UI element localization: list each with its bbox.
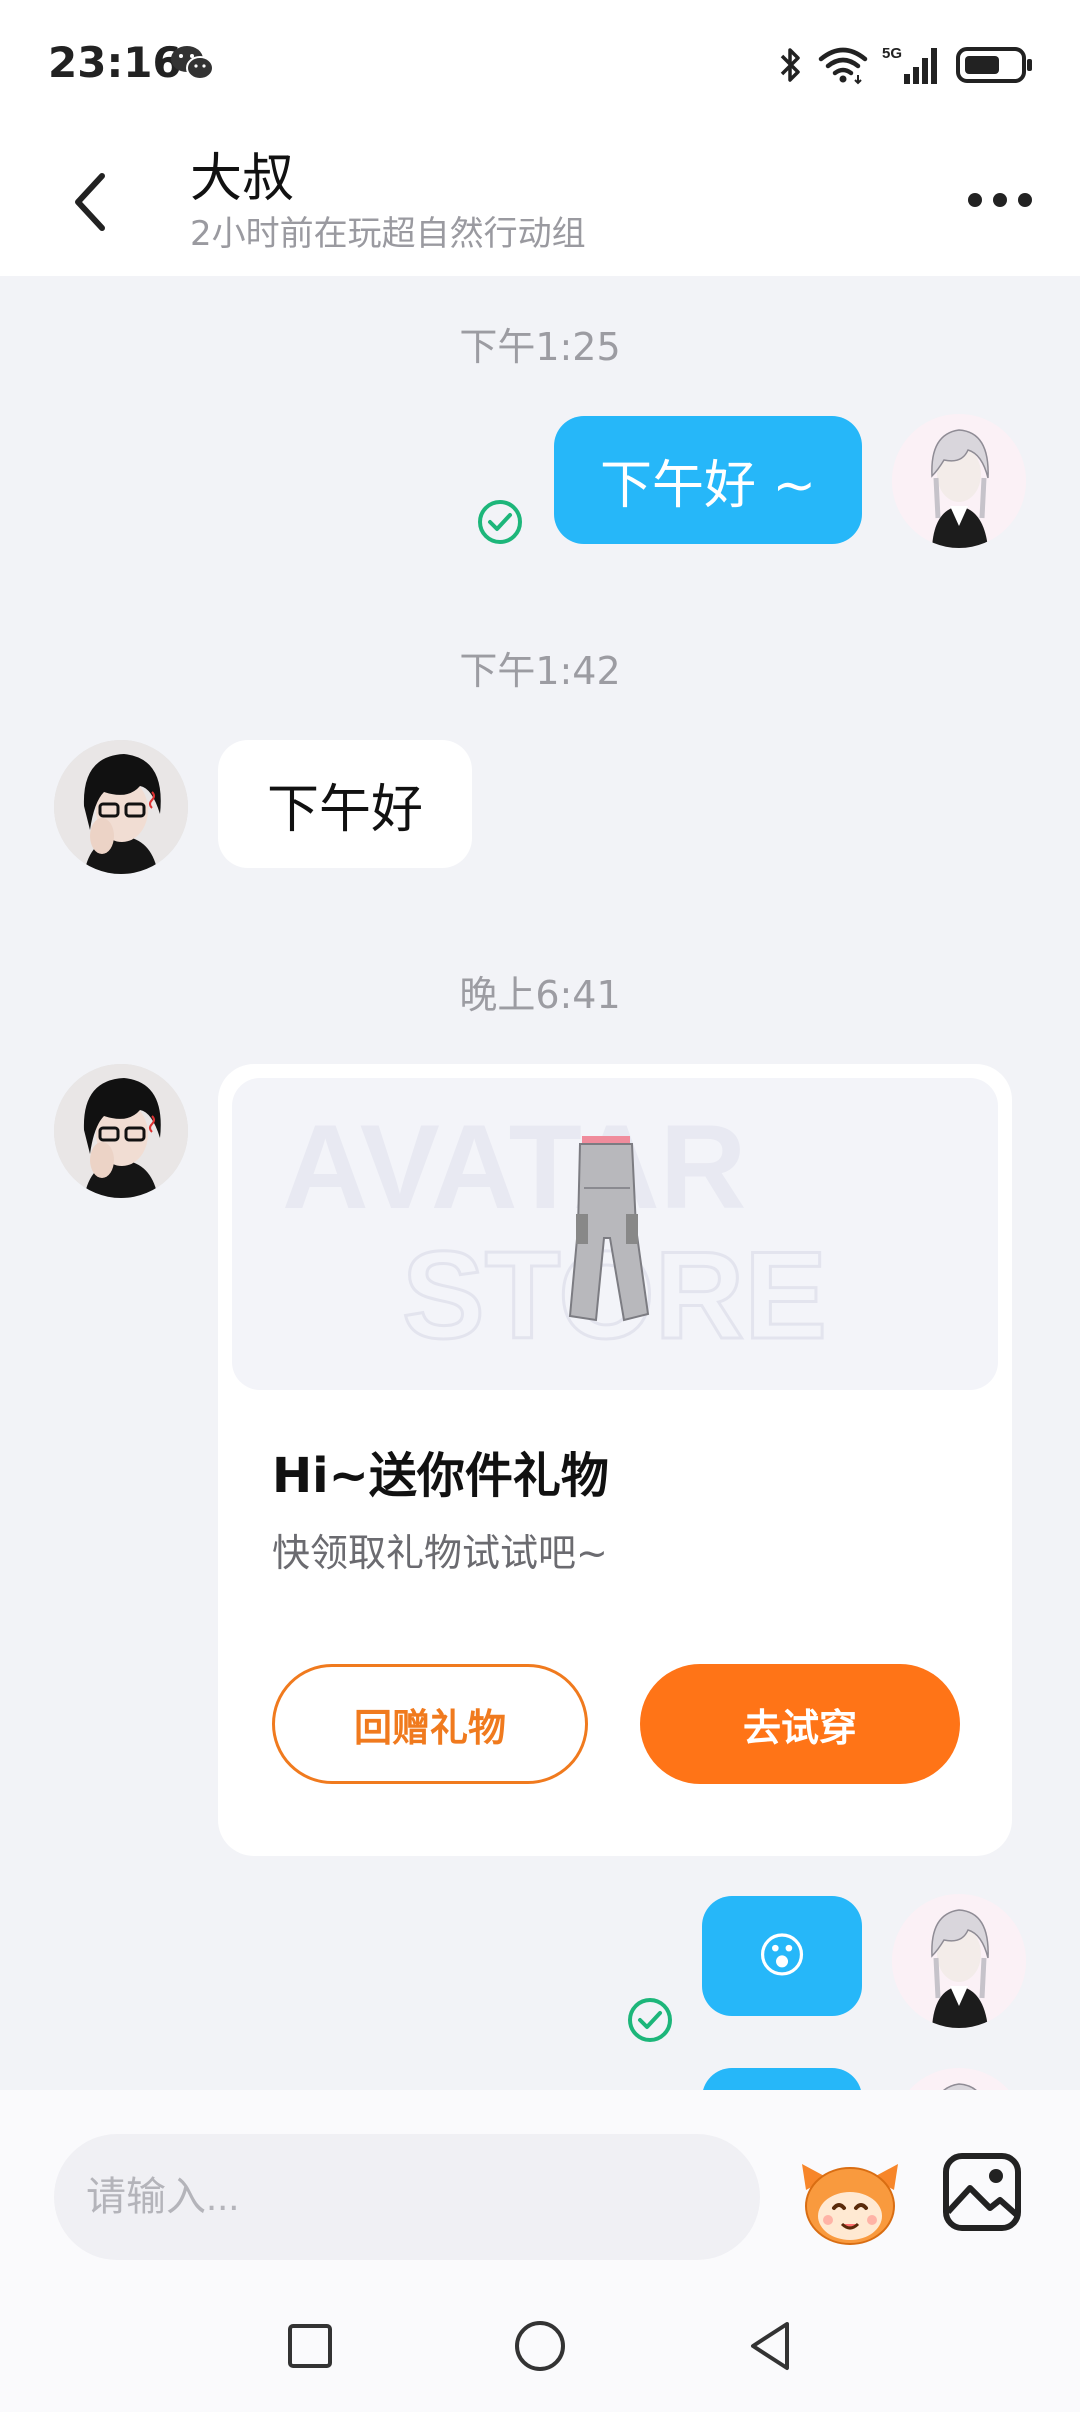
image-icon [943,2153,1021,2231]
status-time: 23:16 [48,38,182,87]
avatar-store-banner-image: AVATAR STORE [282,1100,828,1367]
watermark-avatar: AVATAR [282,1100,746,1234]
home-button[interactable] [500,2306,580,2386]
bluetooth-icon [780,48,800,82]
message-bubble-outgoing[interactable]: 下午好 ~ [554,416,862,544]
my-avatar[interactable] [892,414,1026,548]
contact-avatar[interactable] [54,740,188,874]
my-avatar[interactable] [892,1894,1026,2028]
gift-card[interactable]: AVATAR STORE Hi~送你件礼物 快领取礼物试试吧~ 回赠礼物 去试穿 [218,1064,1012,1856]
status-bar: 23:16 5G [0,0,1080,130]
gift-banner: AVATAR STORE [232,1078,998,1390]
back-button[interactable] [60,160,120,244]
try-on-button[interactable]: 去试穿 [640,1664,960,1784]
read-check-icon [628,1998,672,2042]
wifi-icon [818,47,868,85]
message-text: 下午好 ~ [599,455,817,516]
contact-avatar-image [54,1064,188,1198]
chat-header: 大叔 2小时前在玩超自然行动组 [0,130,1080,276]
system-nav-bar [0,2284,1080,2412]
mascot-sticker-icon [802,2164,898,2245]
status-icons: 5G [778,44,1034,86]
anime-avatar-image [892,1894,1026,2028]
contact-name: 大叔 [190,149,295,209]
triangle-back-icon [751,2322,789,2370]
recents-button[interactable] [270,2306,350,2386]
message-bubble-incoming[interactable]: 下午好 [218,740,472,868]
input-bar [0,2090,1080,2284]
back-nav-button[interactable] [730,2306,810,2386]
more-dots-icon [968,193,1032,207]
sticker-button[interactable] [798,2146,902,2250]
wechat-icon [171,46,214,80]
message-text: 下午好 [266,779,423,840]
more-button[interactable] [960,170,1040,230]
message-list[interactable]: 下午1:25 下午好 ~ 下午1:42 下午好 晚上6:41 AVATAR ST… [0,276,1080,2090]
chat-screen: 23:16 5G 大叔 2小时前在玩超自然行动组 下午1:25 下午好 ~ 下午… [0,0,1080,2412]
signal-5g-icon: 5G [882,45,937,84]
timestamp: 晚上6:41 [459,973,621,1017]
anime-avatar-image [892,2068,1026,2090]
image-button[interactable] [940,2150,1024,2234]
network-type-label: 5G [882,45,902,62]
return-gift-button[interactable]: 回赠礼物 [272,1664,588,1784]
message-bubble-outgoing[interactable] [702,2068,862,2090]
timestamp: 下午1:42 [459,649,621,693]
contact-status: 2小时前在玩超自然行动组 [190,214,586,254]
anime-avatar-image [892,414,1026,548]
square-icon [288,2324,332,2368]
contact-avatar-image [54,740,188,874]
my-avatar[interactable] [892,2068,1026,2090]
timestamp: 下午1:25 [459,325,621,369]
read-check-icon [478,500,522,544]
circle-icon [515,2321,565,2371]
chevron-left-icon [75,173,105,231]
gift-description: 快领取礼物试试吧~ [272,1531,608,1575]
gift-title: Hi~送你件礼物 [272,1448,609,1504]
contact-avatar[interactable] [54,1064,188,1198]
message-bubble-outgoing[interactable]: 😮 [702,1896,862,2016]
battery-icon [956,47,1032,83]
emoji-message: 😮 [756,1928,808,1984]
message-input[interactable] [54,2134,760,2260]
